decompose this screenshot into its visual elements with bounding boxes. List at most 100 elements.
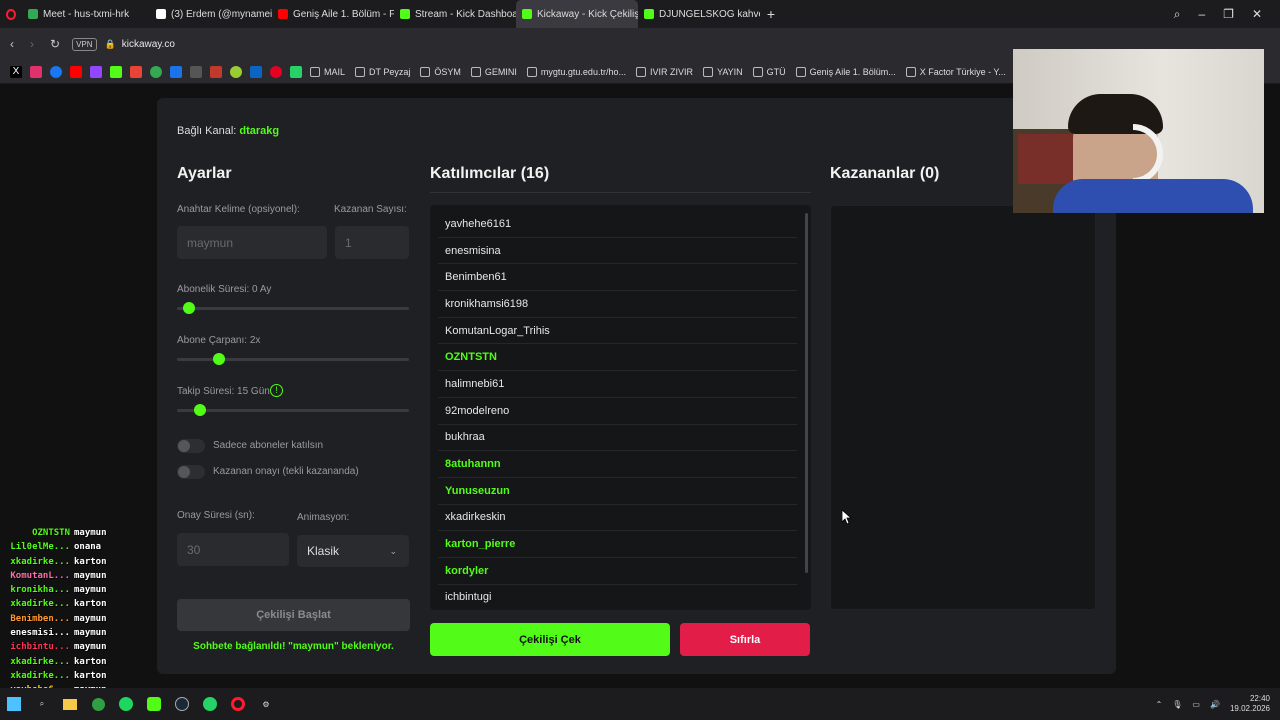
lock-icon: 🔒 (104, 38, 116, 49)
connected-channel-name: dtarakg (239, 125, 280, 137)
globe-bookmark-icon[interactable] (230, 65, 242, 78)
chat-username: xkadirke... (10, 599, 70, 610)
chat-username: xkadirke... (10, 656, 70, 667)
draw-giveaway-button[interactable]: Çekilişi Çek (430, 623, 670, 656)
explorer-icon[interactable] (62, 696, 78, 712)
search-icon[interactable]: ⌕ (34, 696, 50, 712)
kick-bookmark-icon[interactable] (110, 65, 122, 78)
twitch-bookmark-icon[interactable] (90, 65, 102, 78)
shirt (1053, 179, 1253, 213)
linkedin-bookmark-icon[interactable] (250, 65, 262, 78)
network-icon[interactable]: ▭ (1192, 700, 1200, 709)
bookmark-item[interactable]: X Factor Türkiye - Y... (905, 66, 1006, 77)
sub-duration-slider-knob[interactable] (182, 302, 195, 314)
minimize-button[interactable]: – (1198, 7, 1205, 22)
whatsapp-icon[interactable] (202, 696, 218, 712)
tab-label: (3) Erdem (@mynameistra (171, 8, 272, 20)
close-window-button[interactable]: ✕ (1252, 7, 1262, 22)
kick-app-icon[interactable] (146, 696, 162, 712)
back-icon[interactable]: ‹ (10, 37, 14, 51)
facebook-bookmark-icon[interactable] (50, 65, 62, 78)
chat-message: xkadirke... karton (0, 671, 130, 685)
opera-menu-button[interactable] (0, 0, 22, 28)
browser-tab[interactable]: DJUNGELSKOG kahvereng (638, 0, 760, 28)
start-giveaway-button[interactable]: Çekilişi Başlat (177, 599, 410, 631)
spotify-icon[interactable] (118, 696, 134, 712)
finance-bookmark-icon[interactable] (170, 65, 182, 78)
start-icon[interactable] (6, 696, 22, 712)
chat-text: maymun (74, 628, 107, 639)
animation-select[interactable]: Klasik ⌄ (297, 535, 409, 567)
volume-icon[interactable]: 🔊 (1210, 700, 1220, 709)
tab-label: Stream - Kick Dashboard (415, 8, 516, 20)
clock[interactable]: 22:40 19.02.2026 (1230, 694, 1270, 714)
stream-chat-overlay: OZNTSTN maymun Lil0elMe... onana xkadirke...… (0, 528, 130, 714)
bookmark-label: IVIR ZIVIR (649, 66, 693, 77)
sub-multiplier-label: Abone Çarpanı: 2x (177, 335, 261, 346)
bookmark-icon (752, 66, 763, 77)
vpn-badge[interactable]: VPN (72, 37, 97, 51)
participant-row: ichbintugi (438, 585, 797, 610)
cursor-icon (842, 510, 852, 524)
follow-duration-slider[interactable] (177, 404, 409, 416)
tab-label: Meet - hus-txmi-hrk (43, 8, 130, 20)
participant-row: 8atuhannn (438, 451, 797, 478)
follow-duration-slider-knob[interactable] (194, 404, 207, 416)
bookmark-item[interactable]: mygtu.gtu.edu.tr/ho... (526, 66, 626, 77)
bookmark-item[interactable]: IVIR ZIVIR (635, 66, 693, 77)
game-bookmark-icon[interactable] (190, 65, 202, 78)
tab-label: Geniş Aile 1. Bölüm - Full (293, 8, 394, 20)
phone-bookmark-icon[interactable] (290, 65, 302, 78)
browser-tab[interactable]: Meet - hus-txmi-hrk (22, 0, 150, 28)
maps-bookmark-icon[interactable] (150, 65, 162, 78)
only-subs-toggle[interactable] (177, 439, 205, 453)
search-tabs-icon[interactable]: ⌕ (1174, 7, 1181, 22)
tab-favicon-icon (28, 9, 38, 19)
winner-count-input[interactable]: 1 (335, 226, 409, 259)
restore-button[interactable]: ❐ (1223, 7, 1234, 22)
url-field[interactable]: kickaway.co (122, 39, 175, 50)
new-tab-button[interactable]: + (760, 0, 782, 28)
browser-tab[interactable]: Geniş Aile 1. Bölüm - Full (272, 0, 394, 28)
bookmark-item[interactable]: MAIL (310, 66, 345, 77)
winner-confirm-toggle[interactable] (177, 465, 205, 479)
settings-gear-icon[interactable]: ⚙ (258, 696, 274, 712)
bookmark-icon (420, 66, 431, 77)
bookmark-icon (635, 66, 646, 77)
browser-tab[interactable]: Kickaway - Kick Çekiliş Ar (516, 0, 638, 28)
microphone-icon[interactable]: 🎙 (1172, 700, 1182, 709)
pinterest-bookmark-icon[interactable] (270, 65, 282, 78)
bookmark-item[interactable]: YAYIN (702, 66, 743, 77)
list-scrollbar[interactable] (805, 213, 808, 573)
keyword-input[interactable]: maymun (177, 226, 327, 259)
gmail-bookmark-icon[interactable] (130, 65, 142, 78)
sub-multiplier-slider[interactable] (177, 353, 409, 365)
x-bookmark-icon[interactable]: X (10, 65, 22, 78)
sub-duration-slider[interactable] (177, 302, 409, 314)
participant-row: kordyler (438, 558, 797, 585)
red-bookmark-icon[interactable] (210, 65, 222, 78)
reset-button[interactable]: Sıfırla (680, 623, 810, 656)
youtube-bookmark-icon[interactable] (70, 65, 82, 78)
bookmark-label: Geniş Aile 1. Bölüm... (809, 66, 896, 77)
animation-select-value: Klasik (307, 544, 340, 558)
bookmark-item[interactable]: GTÜ (752, 66, 786, 77)
bookmark-item[interactable]: GEMINI (470, 66, 517, 77)
participants-list[interactable]: yavhehe6161 enesmisina Benimben61 kronikham… (430, 205, 811, 610)
info-icon[interactable]: ! (270, 384, 283, 397)
sub-multiplier-slider-knob[interactable] (212, 353, 225, 365)
steam-icon[interactable] (174, 696, 190, 712)
browser-tab[interactable]: Stream - Kick Dashboard (394, 0, 516, 28)
edge-icon[interactable] (90, 696, 106, 712)
instagram-bookmark-icon[interactable] (30, 65, 42, 78)
chat-message: xkadirke... karton (0, 657, 130, 671)
reload-icon[interactable]: ↻ (50, 37, 60, 51)
bookmark-item[interactable]: Geniş Aile 1. Bölüm... (795, 66, 896, 77)
opera-taskbar-icon[interactable] (230, 696, 246, 712)
bookmark-item[interactable]: ÖSYM (420, 66, 461, 77)
chevron-up-icon[interactable]: ⌃ (1156, 700, 1163, 709)
confirm-time-input[interactable]: 30 (177, 533, 289, 566)
browser-tab[interactable]: (3) Erdem (@mynameistra (150, 0, 272, 28)
bookmark-item[interactable]: DT Peyzaj (355, 66, 410, 77)
forward-icon[interactable]: › (30, 37, 34, 51)
